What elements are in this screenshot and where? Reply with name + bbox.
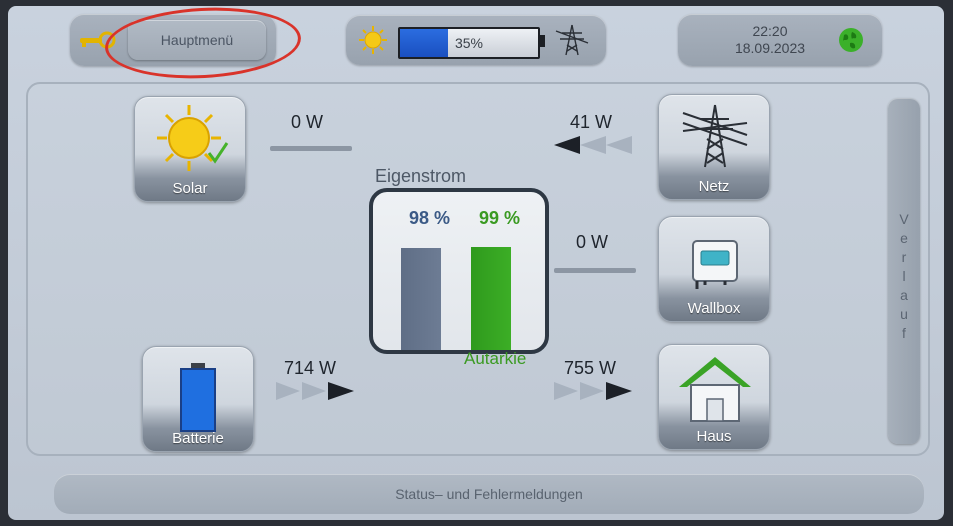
solar-flow-line [270,146,352,151]
eigenstrom-title: Eigenstrom [375,166,467,186]
solar-tile[interactable]: Solar [134,96,246,202]
haus-label: Haus [696,428,732,445]
autarkie-label: Autarkie [464,349,527,368]
solar-label: Solar [172,180,208,197]
wallbox-icon [692,240,738,289]
batterie-tile[interactable]: Batterie [142,346,254,452]
eigenstrom-box: 98 % 99 % [369,188,549,354]
battery-icon [180,363,216,432]
netz-watts: 41 W [570,112,613,132]
battery-percent: 35% [454,35,484,51]
house-icon [679,357,751,422]
status-messages-button[interactable]: Status– und Fehlermeldungen [54,474,924,514]
autarkie-bar [471,247,511,350]
eigenstrom-bar [401,248,441,350]
verlauf-button[interactable]: V e r l a u f [888,98,920,444]
battery-cap [540,35,545,47]
haus-tile[interactable]: Haus [658,344,770,450]
batterie-label: Batterie [172,430,224,447]
netz-label: Netz [698,178,730,195]
netz-tile[interactable]: Netz [658,94,770,200]
wallbox-label: Wallbox [687,300,741,317]
wallbox-watts: 0 W [576,232,609,252]
battery-level-bar: 35% [398,27,540,59]
clock-date: 18.09.2023 [734,40,806,56]
batterie-watts: 714 W [284,358,337,378]
clock-pill: 22:20 18.09.2023 [678,14,882,66]
eigenstrom-percent: 98 % [409,208,451,228]
globe-icon[interactable] [838,27,864,53]
wallbox-tile[interactable]: Wallbox [658,216,770,322]
sun-icon [359,26,387,54]
power-tower-icon [682,104,748,168]
verlauf-label: V e r l a u f [899,211,909,341]
battery-status: 35% [346,15,606,65]
solar-watts: 0 W [291,112,324,132]
haus-flow-arrows [554,382,632,400]
sun-check-icon [157,105,229,171]
autarkie-percent: 99 % [479,208,521,228]
netz-flow-arrows [554,136,632,154]
haus-watts: 755 W [564,358,617,378]
clock-time: 22:20 [752,23,788,39]
batterie-flow-arrows [276,382,354,400]
power-pylon-icon [555,24,589,56]
screen: Hauptmenü 35% 22:20 18.09.2023 Solar 0 W… [8,2,944,520]
wallbox-flow-line [554,268,636,273]
